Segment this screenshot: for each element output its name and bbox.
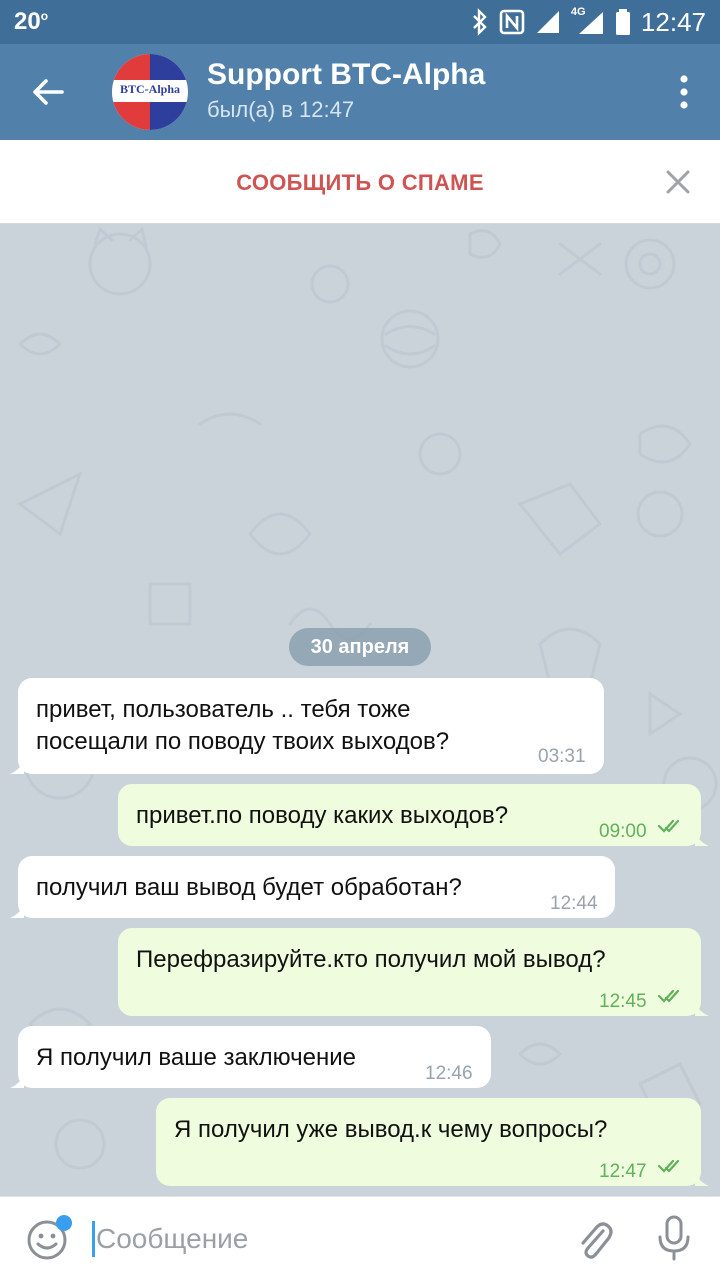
status-left-value: 20 xyxy=(14,8,41,35)
bubble-tail xyxy=(695,1172,709,1186)
status-time: 12:47 xyxy=(640,6,706,37)
message-incoming[interactable]: Я получил ваше заключение 12:46 xyxy=(10,1026,491,1088)
status-indicator: 20o xyxy=(14,8,48,36)
battery-icon xyxy=(615,9,630,35)
bubble-tail xyxy=(695,1002,709,1016)
message-time: 12:47 xyxy=(599,1161,647,1182)
message-time: 09:00 xyxy=(599,821,647,842)
signal-icon xyxy=(536,11,559,33)
text-cursor xyxy=(92,1221,95,1257)
bubble-tail xyxy=(10,760,24,774)
chat-area[interactable]: 30 апреля привет, пользователь .. тебя т… xyxy=(0,224,720,1196)
message-text: Я получил уже вывод.к чему вопросы? xyxy=(174,1116,608,1143)
message-incoming[interactable]: получил ваш вывод будет обработан? 12:44 xyxy=(10,856,615,918)
bubble-tail xyxy=(10,904,24,918)
message-time: 12:44 xyxy=(550,893,598,914)
avatar[interactable]: BTC-Alpha xyxy=(112,54,188,130)
paperclip-icon[interactable] xyxy=(574,1217,614,1261)
last-seen-status: был(а) в 12:47 xyxy=(207,97,355,122)
signal-4g-icon xyxy=(578,12,603,34)
message-input[interactable] xyxy=(96,1217,546,1261)
network-4g-signal: 4G xyxy=(571,6,605,36)
chat-title[interactable]: Support BTC-Alpha xyxy=(207,58,485,92)
bluetooth-icon xyxy=(473,8,487,36)
message-text: привет.по поводу каких выходов? xyxy=(136,802,509,829)
double-check-icon xyxy=(657,989,680,1003)
message-outgoing[interactable]: привет.по поводу каких выходов? 09:00 xyxy=(118,784,709,846)
double-check-icon xyxy=(657,819,680,833)
message-composer xyxy=(0,1196,720,1280)
report-spam-button[interactable]: СООБЩИТЬ О СПАМЕ xyxy=(0,170,720,196)
bubble-tail xyxy=(695,832,709,846)
message-outgoing[interactable]: Перефразируйте.кто получил мой вывод? 12… xyxy=(118,928,709,1016)
message-text: получил ваш вывод будет обработан? xyxy=(36,874,462,901)
message-text: Перефразируйте.кто получил мой вывод? xyxy=(136,946,606,973)
status-icons: 4G 12:47 xyxy=(471,6,706,38)
message-time: 03:31 xyxy=(538,746,586,767)
message-text: Я получил ваше заключение xyxy=(36,1044,356,1071)
bubble-tail xyxy=(10,1074,24,1088)
message-outgoing[interactable]: Я получил уже вывод.к чему вопросы? 12:4… xyxy=(156,1098,709,1186)
message-text: привет, пользователь .. тебя тоже xyxy=(36,696,411,723)
close-icon[interactable] xyxy=(664,168,692,196)
message-text: посещали по поводу твоих выходов? xyxy=(36,728,450,755)
report-spam-bar: СООБЩИТЬ О СПАМЕ xyxy=(0,140,720,224)
nfc-icon xyxy=(499,9,525,35)
date-separator: 30 апреля xyxy=(289,628,431,666)
status-bar: 20o 4G 12:47 xyxy=(0,0,720,44)
microphone-icon[interactable] xyxy=(656,1215,692,1261)
message-time: 12:45 xyxy=(599,991,647,1012)
message-incoming[interactable]: привет, пользователь .. тебя тоже посеща… xyxy=(10,678,604,774)
back-arrow-icon[interactable] xyxy=(26,70,70,114)
chat-header: BTC-Alpha Support BTC-Alpha был(а) в 12:… xyxy=(0,44,720,140)
more-vert-icon[interactable] xyxy=(676,74,692,110)
notification-dot xyxy=(56,1215,72,1231)
message-time: 12:46 xyxy=(425,1063,473,1084)
avatar-logo-text: BTC-Alpha xyxy=(119,82,181,96)
double-check-icon xyxy=(657,1159,680,1173)
status-left-superscript: o xyxy=(40,9,49,23)
